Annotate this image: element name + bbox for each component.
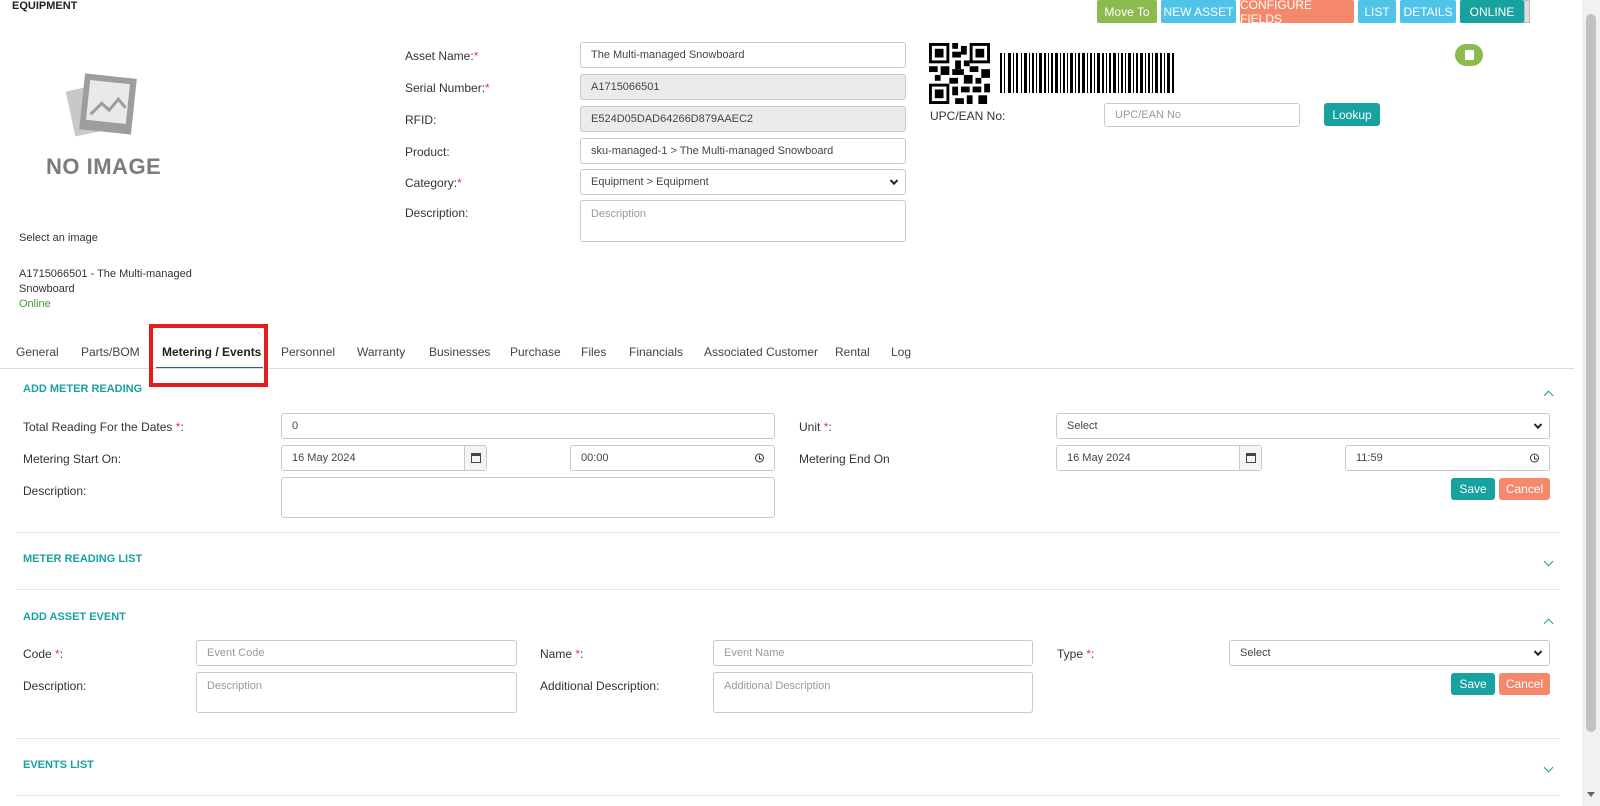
meter-save-button[interactable]: Save xyxy=(1451,478,1495,500)
meter-description-textarea[interactable] xyxy=(281,477,775,518)
category-select[interactable]: Equipment > Equipment xyxy=(580,169,906,195)
barcode-icon xyxy=(1000,53,1174,93)
additional-description-textarea[interactable]: Additional Description xyxy=(713,672,1033,713)
events-list-title[interactable]: EVENTS LIST xyxy=(23,759,94,771)
tab-businesses[interactable]: Businesses xyxy=(429,345,490,359)
serial-number-label: Serial Number:* xyxy=(405,81,490,95)
online-status-button[interactable]: ONLINE xyxy=(1460,0,1524,23)
tab-log[interactable]: Log xyxy=(891,345,911,359)
highlight-box xyxy=(149,324,268,387)
chevron-down-icon xyxy=(889,176,899,186)
asset-name-label: Asset Name:* xyxy=(405,49,479,63)
chevron-down-icon xyxy=(1533,647,1543,657)
asset-name-input[interactable]: The Multi-managed Snowboard xyxy=(580,42,906,68)
asset-caption-line2: Snowboard xyxy=(19,283,75,295)
event-description-label: Description: xyxy=(23,679,87,693)
event-name-label: Name *: xyxy=(540,647,584,661)
serial-number-input[interactable]: A1715066501 xyxy=(580,74,906,100)
tab-purchase[interactable]: Purchase xyxy=(510,345,561,359)
description-textarea[interactable]: Description xyxy=(580,200,906,242)
section-divider xyxy=(16,795,1560,796)
rfid-label: RFID: xyxy=(405,113,437,127)
tab-warranty[interactable]: Warranty xyxy=(357,345,405,359)
asset-caption-line1: A1715066501 - The Multi-managed xyxy=(19,268,192,280)
event-cancel-button[interactable]: Cancel xyxy=(1499,673,1550,695)
unit-select[interactable]: Select xyxy=(1056,413,1550,439)
clock-icon[interactable] xyxy=(755,453,764,463)
product-label: Product: xyxy=(405,145,450,159)
unit-label: Unit *: xyxy=(799,420,832,434)
total-reading-input[interactable]: 0 xyxy=(281,413,775,439)
tab-personnel[interactable]: Personnel xyxy=(281,345,335,359)
scroll-down-arrow-icon[interactable] xyxy=(1587,792,1595,797)
meter-cancel-button[interactable]: Cancel xyxy=(1499,478,1550,500)
calendar-icon[interactable] xyxy=(1239,446,1261,470)
tab-associated-customer[interactable]: Associated Customer xyxy=(704,345,818,359)
meter-reading-list-title[interactable]: METER READING LIST xyxy=(23,553,142,565)
category-label: Category:* xyxy=(405,176,462,190)
metering-start-time[interactable]: 00:00 xyxy=(570,445,775,471)
metering-start-label: Metering Start On: xyxy=(23,452,122,466)
section-divider xyxy=(16,589,1560,590)
tab-general[interactable]: General xyxy=(16,345,59,359)
details-button[interactable]: DETAILS xyxy=(1400,0,1456,23)
select-image-link[interactable]: Select an image xyxy=(19,232,98,244)
lookup-button[interactable]: Lookup xyxy=(1324,103,1380,126)
document-icon xyxy=(1464,50,1474,60)
list-button[interactable]: LIST xyxy=(1358,0,1396,23)
tab-parts-bom[interactable]: Parts/BOM xyxy=(81,345,140,359)
rfid-input[interactable]: E524D05DAD64266D879AAEC2 xyxy=(580,106,906,132)
metering-end-label: Metering End On xyxy=(799,452,890,466)
page-title: EQUIPMENT xyxy=(12,0,78,12)
event-save-button[interactable]: Save xyxy=(1451,673,1495,695)
tab-files[interactable]: Files xyxy=(581,345,606,359)
event-code-input[interactable]: Event Code xyxy=(196,640,517,666)
expand-chevron-icon[interactable] xyxy=(1543,556,1554,567)
metering-end-time[interactable]: 11:59 xyxy=(1345,445,1550,471)
meter-description-label: Description: xyxy=(23,484,87,498)
event-name-input[interactable]: Event Name xyxy=(713,640,1033,666)
expand-chevron-icon[interactable] xyxy=(1543,762,1554,773)
upc-input[interactable]: UPC/EAN No xyxy=(1104,103,1300,127)
header-right-edge xyxy=(1524,0,1530,23)
upc-label: UPC/EAN No: xyxy=(930,109,1006,123)
new-asset-button[interactable]: NEW ASSET xyxy=(1161,0,1236,23)
asset-status: Online xyxy=(19,298,51,310)
print-label-button[interactable] xyxy=(1455,44,1483,66)
description-label: Description: xyxy=(405,206,469,220)
metering-start-date[interactable]: 16 May 2024 xyxy=(281,445,487,471)
configure-fields-button[interactable]: CONFIGURE FIELDS xyxy=(1240,0,1354,26)
product-input[interactable]: sku-managed-1 > The Multi-managed Snowbo… xyxy=(580,138,906,164)
section-divider xyxy=(16,532,1560,533)
event-description-textarea[interactable]: Description xyxy=(196,672,517,713)
no-image-icon xyxy=(65,72,142,138)
event-type-label: Type *: xyxy=(1057,647,1095,661)
collapse-chevron-icon[interactable] xyxy=(1543,618,1554,629)
move-to-button[interactable]: Move To xyxy=(1097,0,1157,23)
calendar-icon[interactable] xyxy=(464,446,486,470)
qr-code-icon xyxy=(929,43,990,104)
event-code-label: Code *: xyxy=(23,647,64,661)
clock-icon[interactable] xyxy=(1530,453,1539,463)
event-type-select[interactable]: Select xyxy=(1229,640,1550,666)
scrollbar-thumb[interactable] xyxy=(1586,14,1596,732)
add-meter-reading-title: ADD METER READING xyxy=(23,383,143,395)
no-image-text: NO IMAGE xyxy=(46,154,162,179)
section-divider xyxy=(16,738,1560,739)
total-reading-label: Total Reading For the Dates *: xyxy=(23,420,184,434)
tab-rental[interactable]: Rental xyxy=(835,345,870,359)
additional-description-label: Additional Description: xyxy=(540,679,660,693)
chevron-down-icon xyxy=(1533,420,1543,430)
collapse-chevron-icon[interactable] xyxy=(1543,390,1554,401)
metering-end-date[interactable]: 16 May 2024 xyxy=(1056,445,1262,471)
tab-financials[interactable]: Financials xyxy=(629,345,683,359)
add-asset-event-title: ADD ASSET EVENT xyxy=(23,611,126,623)
